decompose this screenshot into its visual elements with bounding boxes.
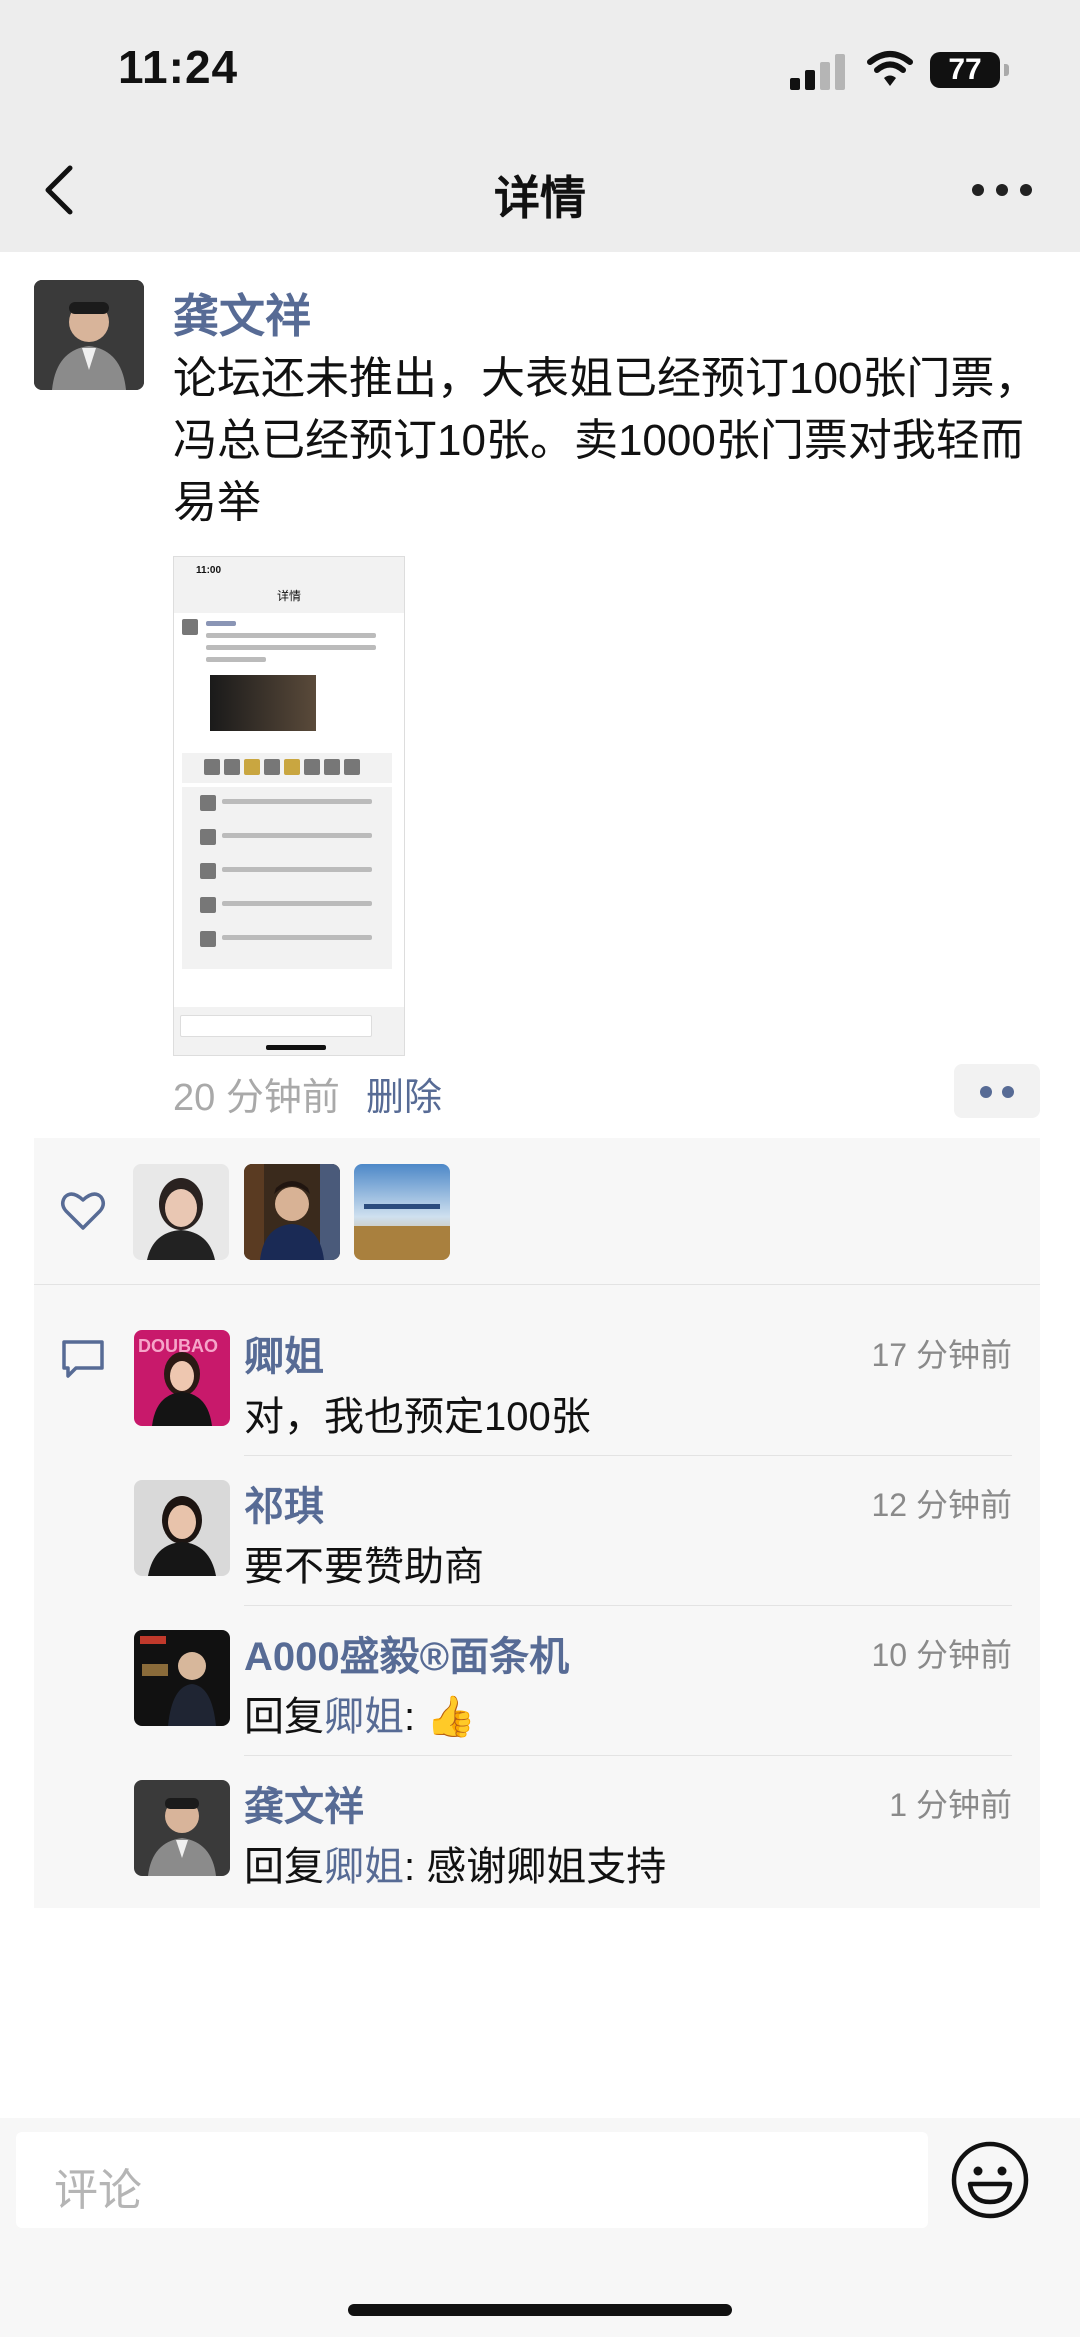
more-actions-button[interactable] — [954, 1064, 1040, 1118]
comment-icon — [62, 1340, 104, 1378]
comment-input[interactable]: 评论 — [16, 2132, 928, 2228]
post-time: 20 分钟前 — [173, 1077, 340, 1119]
comment-item[interactable]: DOUBAO 卿姐 17 分钟前 对，我也预定100张 — [134, 1306, 1040, 1456]
commenter-avatar[interactable] — [134, 1780, 230, 1876]
comment-time: 12 分钟前 — [871, 1487, 1013, 1523]
commenter-name[interactable]: A000盛毅®面条机 — [244, 1624, 569, 1682]
comment-item[interactable]: 祁琪 12 分钟前 要不要赞助商 — [134, 1456, 1040, 1606]
comment-text: 要不要赞助商 — [244, 1545, 484, 1589]
reply-prefix: 回复 — [244, 1845, 324, 1889]
comment-item[interactable]: A000盛毅®面条机 10 分钟前 回复卿姐: 👍 — [134, 1606, 1040, 1756]
commenter-name[interactable]: 祁琪 — [244, 1474, 324, 1532]
status-time: 11:24 — [118, 41, 239, 93]
page-title: 详情 — [494, 172, 586, 224]
reply-target[interactable]: 卿姐 — [324, 1845, 404, 1889]
likes-row — [34, 1138, 1040, 1285]
wifi-icon — [867, 51, 913, 86]
comment-time: 17 分钟前 — [871, 1337, 1013, 1373]
comment-item[interactable]: 龚文祥 1 分钟前 回复卿姐: 感谢卿姐支持 — [134, 1756, 1040, 1906]
comment-text: 回复卿姐: 感谢卿姐支持 — [244, 1834, 666, 1892]
liker-avatar[interactable] — [244, 1164, 340, 1260]
commenter-name[interactable]: 卿姐 — [244, 1324, 324, 1382]
comment-time: 10 分钟前 — [871, 1637, 1013, 1673]
interaction-panel: DOUBAO 卿姐 17 分钟前 对，我也预定100张 祁琪 12 分钟前 要不… — [34, 1138, 1040, 1908]
comment-text: 回复卿姐: 👍 — [244, 1684, 476, 1742]
liker-avatar[interactable] — [133, 1164, 229, 1260]
post-image[interactable]: 11:00 详情 — [173, 556, 405, 1056]
post-text: 论坛还未推出，大表姐已经预订100张门票，冯总已经预订10张。卖1000张门票对… — [173, 354, 1039, 527]
more-icon[interactable] — [972, 184, 1032, 198]
post-author[interactable]: 龚文祥 — [173, 280, 311, 346]
comment-text: 对，我也预定100张 — [244, 1395, 591, 1439]
reply-target[interactable]: 卿姐 — [324, 1695, 404, 1739]
reply-prefix: 回复 — [244, 1695, 324, 1739]
home-indicator — [348, 2304, 732, 2316]
liker-avatar[interactable] — [354, 1164, 450, 1260]
author-avatar[interactable] — [34, 280, 144, 390]
delete-button[interactable]: 删除 — [366, 1066, 442, 1121]
signal-icon — [790, 52, 846, 90]
heart-icon — [61, 1192, 105, 1230]
comment-bar: 评论 — [0, 2118, 1080, 2337]
emoji-icon[interactable] — [950, 2140, 1030, 2220]
comment-placeholder: 评论 — [54, 2166, 142, 2215]
battery-indicator: 77 — [930, 52, 1009, 88]
commenter-avatar[interactable] — [134, 1480, 230, 1576]
reply-body: : 感谢卿姐支持 — [404, 1845, 667, 1889]
commenter-avatar[interactable] — [134, 1630, 230, 1726]
comment-time: 1 分钟前 — [889, 1787, 1012, 1823]
commenter-name[interactable]: 龚文祥 — [244, 1774, 364, 1832]
commenter-avatar[interactable]: DOUBAO — [134, 1330, 230, 1426]
reply-body: : 👍 — [404, 1695, 477, 1739]
top-bar: 11:24 77 详情 — [0, 0, 1080, 252]
